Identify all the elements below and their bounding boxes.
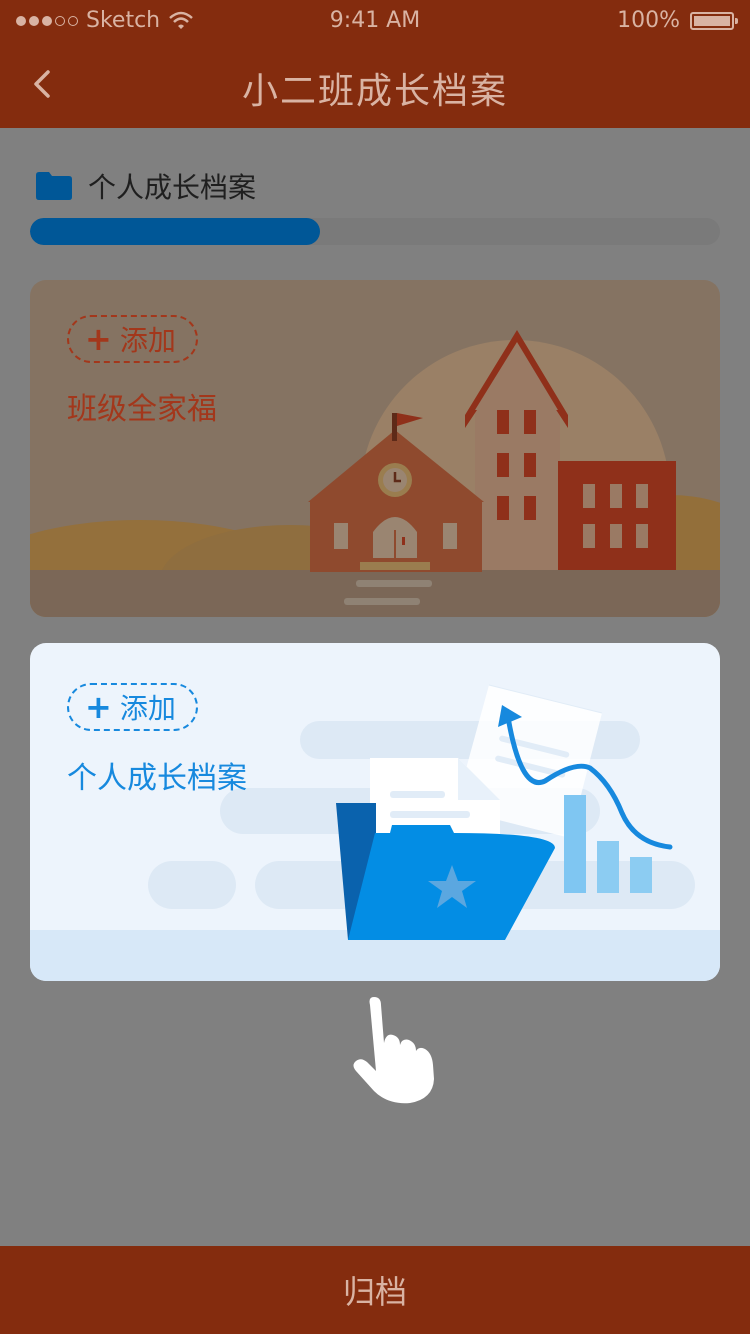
pointing-hand-icon (353, 997, 434, 1104)
card-title-class-photo: 班级全家福 (67, 392, 217, 427)
page-title: 小二班成长档案 (241, 71, 508, 112)
plus-icon: + (85, 688, 112, 726)
section-header: 个人成长档案 (36, 166, 256, 206)
add-label: 添加 (119, 692, 176, 725)
folder-icon (36, 172, 72, 200)
status-right: 100% (617, 8, 738, 33)
add-personal-archive-button[interactable]: + 添加 (67, 683, 198, 731)
section-label: 个人成长档案 (88, 171, 257, 204)
progress-bar (30, 218, 720, 245)
add-label: 添加 (119, 324, 176, 357)
battery-icon (690, 11, 738, 30)
status-bar: Sketch 9:41 AM 100% (0, 0, 750, 40)
class-photo-card[interactable]: + 添加 班级全家福 (30, 280, 720, 617)
personal-archive-card[interactable]: + 添加 个人成长档案 (30, 643, 720, 981)
card-title-personal-archive: 个人成长档案 (67, 761, 247, 796)
plus-icon: + (85, 320, 112, 358)
battery-percent: 100% (617, 8, 680, 33)
nav-bar: 小二班成长档案 (0, 40, 750, 128)
archive-button[interactable]: 归档 (0, 1246, 750, 1334)
add-class-photo-button[interactable]: + 添加 (67, 315, 198, 363)
progress-fill (30, 218, 320, 245)
